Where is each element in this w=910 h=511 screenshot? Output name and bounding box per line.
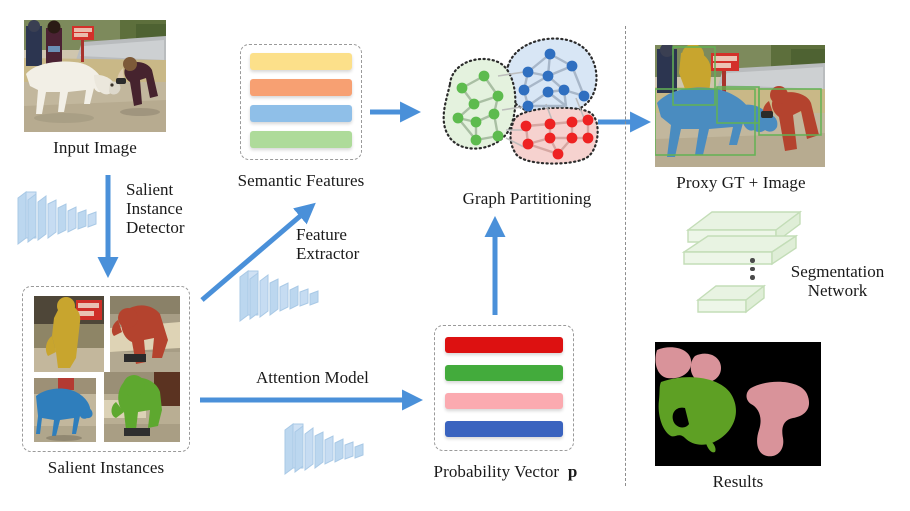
probability-vector-caption-text: Probability Vector [433, 462, 560, 481]
edge-semantic-to-graph-arrow [370, 101, 422, 123]
tile-red-canvas [110, 296, 180, 372]
input-image-caption: Input Image [53, 138, 137, 157]
results-canvas [655, 342, 821, 466]
proxy-gt-canvas [655, 45, 825, 167]
feature-bar-yellow [250, 53, 352, 70]
section-divider [625, 26, 626, 486]
prob-bar-blue [445, 421, 563, 437]
edge-graph-to-proxy-arrow [598, 111, 652, 133]
segmentation-network-caption: Segmentation Network [775, 262, 900, 300]
semantic-features-caption: Semantic Features [237, 171, 365, 190]
salient-instance-tile-green [104, 372, 180, 442]
edge-attention-model-label: Attention Model [256, 368, 369, 387]
probability-vector-symbol: p [567, 462, 578, 481]
cluster-green [442, 57, 517, 150]
tile-green-canvas [104, 372, 180, 442]
salient-instance-tile-yellow [34, 296, 104, 372]
fe-label-line-2: Extractor [296, 244, 360, 264]
results-image [655, 342, 821, 466]
feature-bar-orange [250, 79, 352, 96]
input-image-canvas [24, 20, 166, 132]
edge-prob-to-graph-arrow [484, 215, 506, 315]
edge-attention-model-arrow [200, 389, 424, 411]
cnn-icon-attention-model [284, 423, 364, 475]
edge-salient-instance-detector-label: Salient Instance Detector [126, 180, 185, 237]
pipeline-diagram: Input Image Salient Instance Detector Sa… [0, 0, 910, 511]
salient-instance-tile-red [110, 296, 180, 372]
graph-partitioning-caption: Graph Partitioning [462, 189, 592, 208]
salient-instances-caption: Salient Instances [47, 458, 165, 477]
cnn-icon-feature-extractor [239, 270, 319, 322]
graph-partitioning-figure [442, 37, 599, 165]
input-image [24, 20, 166, 132]
salient-instance-tile-blue [34, 378, 96, 442]
segmentation-network-caption-line-1: Segmentation [790, 262, 885, 281]
proxy-gt-caption: Proxy GT + Image [676, 173, 806, 192]
results-caption: Results [712, 472, 764, 491]
sid-label-line-3: Detector [126, 218, 185, 238]
tile-yellow-canvas [34, 296, 104, 372]
proxy-gt-image [655, 45, 825, 167]
prob-bar-red [445, 337, 563, 353]
fe-label-line-1: Feature [296, 225, 347, 244]
segmentation-network-ellipsis [750, 258, 755, 284]
cnn-icon-detector [17, 191, 97, 245]
segmentation-network-caption-line-2: Network [807, 281, 868, 301]
prob-bar-pink [445, 393, 563, 409]
prob-bar-green [445, 365, 563, 381]
edge-feature-extractor-label: Feature Extractor [296, 225, 359, 263]
sid-label-line-2: Instance [126, 199, 183, 219]
slab-3 [695, 284, 767, 314]
feature-bar-blue [250, 105, 352, 122]
probability-vector-caption: Probability Vector p [418, 462, 593, 482]
feature-bar-green [250, 131, 352, 148]
slab-2 [681, 234, 799, 266]
sid-label-line-1: Salient [126, 180, 174, 199]
tile-blue-canvas [34, 378, 96, 442]
